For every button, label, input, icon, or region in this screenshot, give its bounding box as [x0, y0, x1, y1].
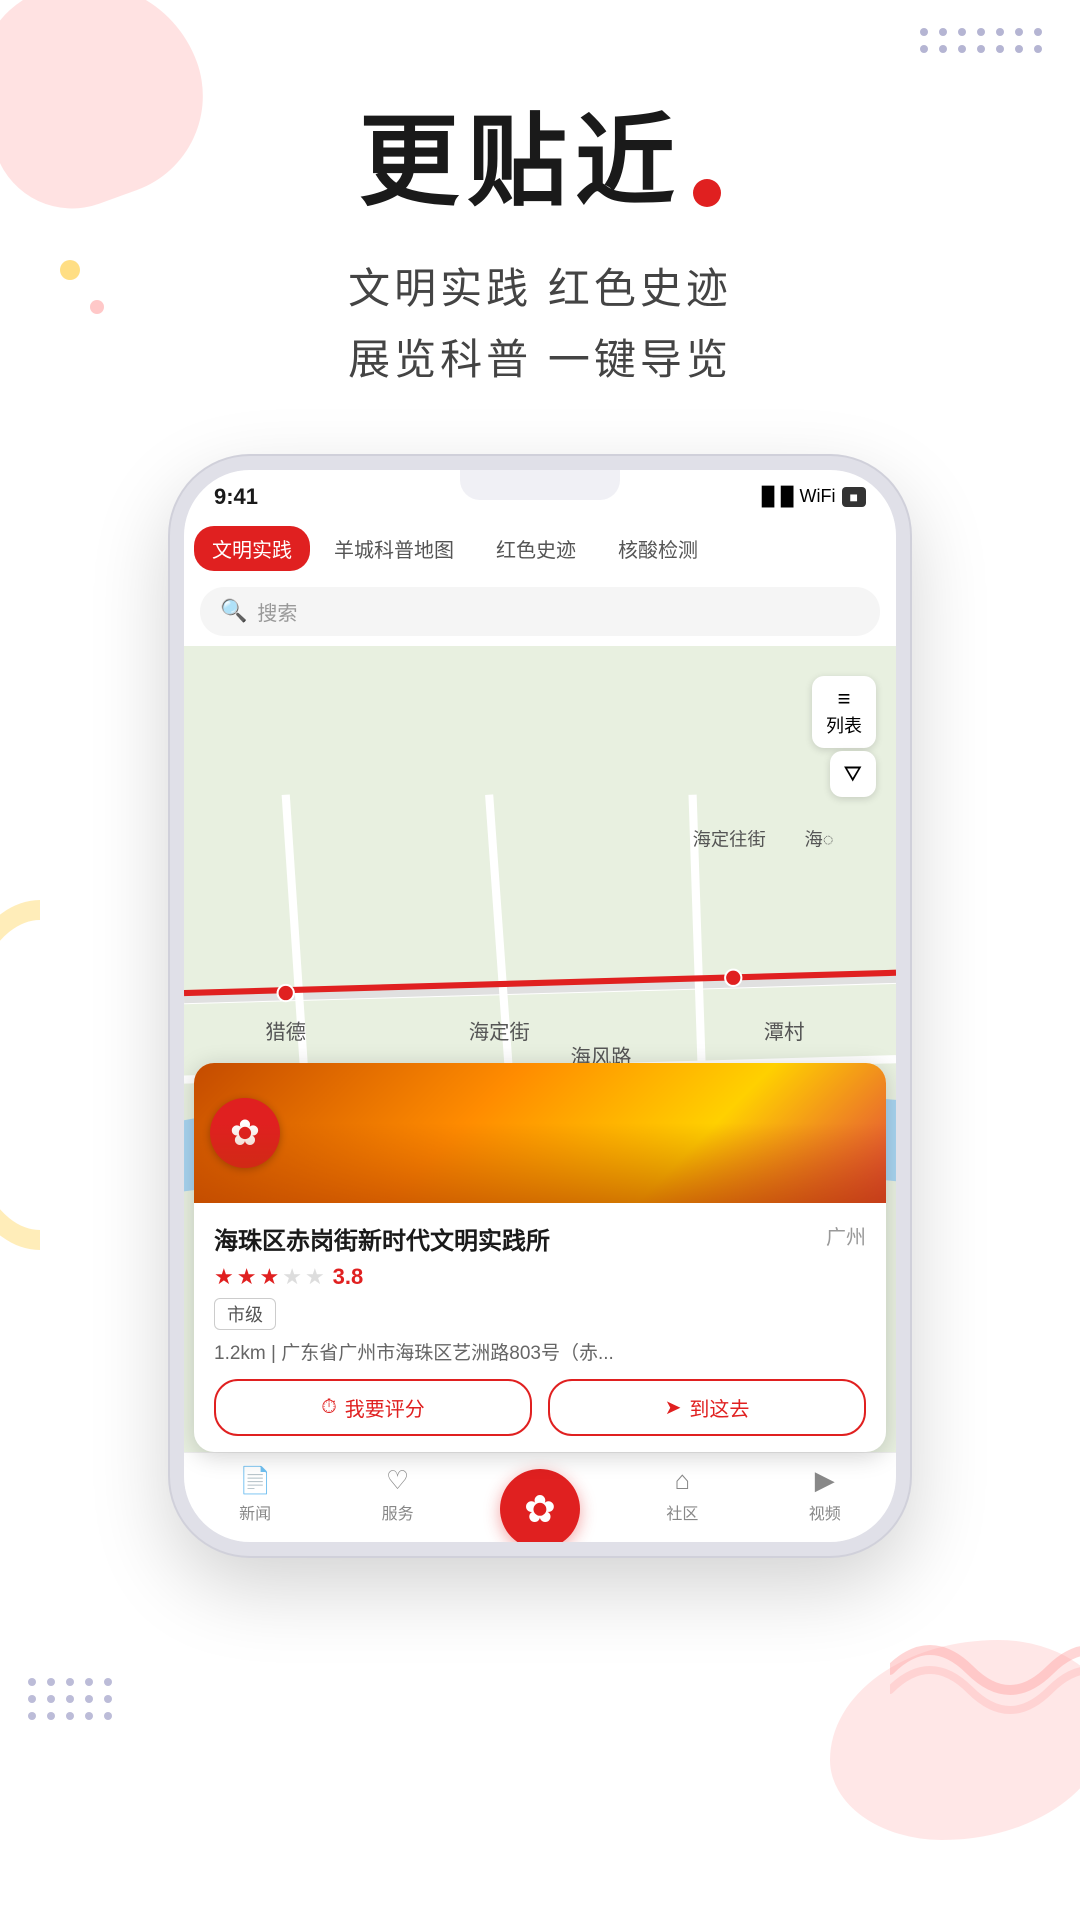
level-badge: 市级 [214, 1298, 276, 1330]
navigate-icon: ➤ [665, 1395, 682, 1420]
subtitle-line2: 展览科普 一键导览 [348, 324, 732, 395]
tab-video[interactable]: ▶ 视频 [785, 1465, 865, 1524]
header-red-dot [693, 179, 721, 207]
distance: 1.2km [214, 1343, 266, 1364]
rating-score: 3.8 [333, 1264, 364, 1290]
search-input[interactable]: 🔍 搜索 [200, 587, 880, 636]
center-btn[interactable]: ✿ [500, 1469, 580, 1549]
address-text: 广东省广州市海珠区艺洲路803号（赤... [281, 1343, 614, 1364]
info-card-address: 1.2km | 广东省广州市海珠区艺洲路803号（赤... [214, 1338, 866, 1365]
rate-button[interactable]: ⏱ 我要评分 [214, 1379, 532, 1436]
filter-icon: ⛛ [844, 761, 862, 786]
status-time: 9:41 [214, 484, 258, 510]
phone-wrapper: 9:41 ▐▌█ WiFi ■ 文明实践 羊城科普地图 红色史迹 核酸检测 🔍 … [170, 456, 910, 1556]
wifi-icon: WiFi [800, 486, 836, 507]
service-label: 服务 [382, 1500, 414, 1524]
header-subtitle: 文明实践 红色史迹 展览科普 一键导览 [348, 253, 732, 396]
tab-wenming[interactable]: 文明实践 [194, 526, 310, 571]
separator: | [271, 1343, 281, 1364]
stars: ★ ★ ★ ★ ★ [214, 1264, 325, 1290]
signal-icon: ▐▌█ [755, 486, 793, 507]
star-3: ★ [259, 1264, 279, 1290]
star-4: ★ [282, 1264, 302, 1290]
list-icon: ≡ [826, 686, 862, 712]
info-card-title: 海珠区赤岗街新时代文明实践所 [214, 1221, 816, 1256]
info-card-title-row: 海珠区赤岗街新时代文明实践所 广州 [214, 1221, 866, 1256]
search-placeholder: 搜索 [257, 597, 297, 626]
info-card-actions: ⏱ 我要评分 ➤ 到这去 [214, 1379, 866, 1436]
star-2: ★ [237, 1264, 257, 1290]
search-icon: 🔍 [220, 598, 247, 624]
rate-btn-label: 我要评分 [345, 1393, 425, 1422]
svg-text:潭村: 潭村 [764, 1021, 805, 1044]
news-icon: 📄 [239, 1465, 271, 1496]
info-card-image: ✿ [194, 1063, 886, 1203]
battery-icon: ■ [842, 487, 866, 507]
community-icon: ⌂ [675, 1465, 691, 1496]
rating-row: ★ ★ ★ ★ ★ 3.8 [214, 1264, 866, 1290]
tab-bar[interactable]: 文明实践 羊城科普地图 红色史迹 核酸检测 [184, 518, 896, 579]
filter-button[interactable]: ⛛ [830, 751, 876, 797]
navigate-button[interactable]: ➤ 到这去 [548, 1379, 866, 1436]
map-list-button[interactable]: ≡ 列表 [812, 676, 876, 748]
center-flower-icon: ✿ [524, 1487, 556, 1532]
tab-community[interactable]: ⌂ 社区 [642, 1465, 722, 1524]
list-btn-label: 列表 [826, 716, 862, 736]
video-label: 视频 [809, 1500, 841, 1524]
header-title-text: 更贴近 [359, 80, 683, 225]
tab-news[interactable]: 📄 新闻 [215, 1465, 295, 1524]
svg-text:海定往街: 海定往街 [693, 828, 766, 849]
star-5: ★ [305, 1264, 325, 1290]
search-bar[interactable]: 🔍 搜索 [184, 579, 896, 646]
star-1: ★ [214, 1264, 234, 1290]
tab-suanjianceto[interactable]: 核酸检测 [600, 526, 716, 571]
subtitle-line1: 文明实践 红色史迹 [348, 253, 732, 324]
tab-hongse[interactable]: 红色史迹 [478, 526, 594, 571]
info-card-body: 海珠区赤岗街新时代文明实践所 广州 ★ ★ ★ ★ ★ 3.8 市级 [194, 1203, 886, 1452]
info-card-city: 广州 [826, 1221, 866, 1250]
phone-bottom-bar: 📄 新闻 ♡ 服务 ✿ ⌂ 社区 ▶ 视频 [184, 1452, 896, 1542]
news-label: 新闻 [239, 1500, 271, 1524]
rate-icon: ⏱ [321, 1396, 337, 1419]
navigate-btn-label: 到这去 [689, 1393, 749, 1422]
main-content: 更贴近 文明实践 红色史迹 展览科普 一键导览 9:41 ▐▌█ WiFi ■ … [0, 0, 1080, 1920]
video-icon: ▶ [815, 1465, 835, 1496]
service-icon: ♡ [386, 1465, 409, 1496]
community-label: 社区 [666, 1500, 698, 1524]
svg-text:猎德: 猎德 [265, 1021, 306, 1044]
tab-yangcheng[interactable]: 羊城科普地图 [316, 526, 472, 571]
status-icons: ▐▌█ WiFi ■ [755, 486, 866, 507]
svg-text:海定街: 海定街 [469, 1021, 530, 1044]
tab-service[interactable]: ♡ 服务 [358, 1465, 438, 1524]
skyline-overlay [194, 1123, 886, 1203]
svg-text:海◌: 海◌ [804, 828, 833, 849]
phone-mockup: 9:41 ▐▌█ WiFi ■ 文明实践 羊城科普地图 红色史迹 核酸检测 🔍 … [170, 456, 910, 1556]
tab-home-center[interactable]: ✿ [500, 1469, 580, 1519]
phone-notch [460, 470, 620, 500]
info-card: ✿ 海珠区赤岗街新时代文明实践所 广州 ★ ★ ★ [194, 1063, 886, 1452]
header-title-group: 更贴近 [359, 80, 721, 225]
